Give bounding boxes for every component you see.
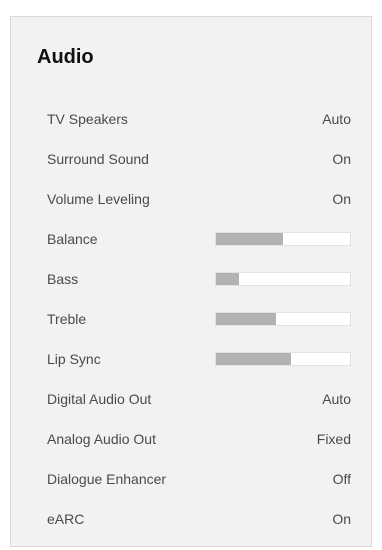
menu-item-value: Fixed <box>316 431 351 447</box>
slider-fill <box>216 233 283 245</box>
menu-item-treble[interactable]: Treble <box>11 299 371 339</box>
menu-item-lip-sync[interactable]: Lip Sync <box>11 339 371 379</box>
menu-item-balance[interactable]: Balance <box>11 219 371 259</box>
menu-item-label: Balance <box>47 231 98 247</box>
slider-fill <box>216 353 292 365</box>
menu-item-value: Off <box>332 471 351 487</box>
audio-settings-panel: Audio TV Speakers Auto Surround Sound On… <box>10 16 372 547</box>
menu-item-label: Dialogue Enhancer <box>47 471 167 487</box>
menu-item-digital-audio-out[interactable]: Digital Audio Out Auto <box>11 379 371 419</box>
menu-item-bass[interactable]: Bass <box>11 259 371 299</box>
menu-item-value: Auto <box>322 111 351 127</box>
menu-item-earc[interactable]: eARC On <box>11 499 371 539</box>
menu-item-label: TV Speakers <box>47 111 128 127</box>
menu-item-value: On <box>332 511 351 527</box>
menu-item-label: Surround Sound <box>47 151 149 167</box>
slider-fill <box>216 313 277 325</box>
menu-item-value: Auto <box>322 391 351 407</box>
menu-item-value: On <box>332 191 351 207</box>
menu-item-label: eARC <box>47 511 85 527</box>
menu-item-tv-speakers[interactable]: TV Speakers Auto <box>11 99 371 139</box>
treble-slider[interactable] <box>215 312 351 326</box>
menu-item-label: Analog Audio Out <box>47 431 156 447</box>
menu-item-label: Lip Sync <box>47 351 101 367</box>
menu-item-volume-leveling[interactable]: Volume Leveling On <box>11 179 371 219</box>
slider-fill <box>216 273 239 285</box>
balance-slider[interactable] <box>215 232 351 246</box>
menu-title: Audio <box>37 46 94 68</box>
menu-item-analog-audio-out[interactable]: Analog Audio Out Fixed <box>11 419 371 459</box>
menu-item-label: Bass <box>47 271 79 287</box>
menu-item-dialogue-enhancer[interactable]: Dialogue Enhancer Off <box>11 459 371 499</box>
bass-slider[interactable] <box>215 272 351 286</box>
menu-item-value: On <box>332 151 351 167</box>
menu-item-surround-sound[interactable]: Surround Sound On <box>11 139 371 179</box>
menu-item-label: Treble <box>47 311 87 327</box>
menu-item-label: Volume Leveling <box>47 191 150 207</box>
menu-item-label: Digital Audio Out <box>47 391 152 407</box>
lip-sync-slider[interactable] <box>215 352 351 366</box>
